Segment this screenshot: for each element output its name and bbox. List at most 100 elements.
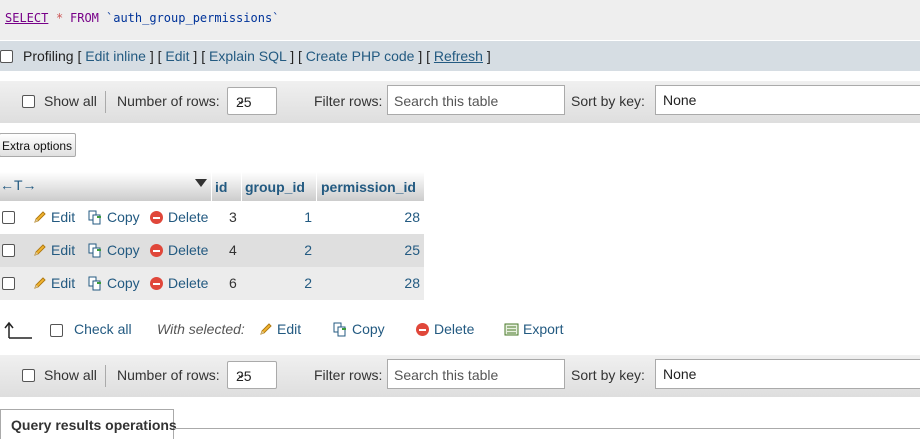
create-php-code-link[interactable]: Create PHP code bbox=[306, 48, 415, 64]
delete-label: Delete bbox=[168, 275, 209, 291]
extra-options-label: Extra options bbox=[2, 139, 73, 153]
pencil-icon bbox=[260, 323, 272, 335]
sql-query-bar: SELECT * FROM `auth_group_permissions` bbox=[0, 0, 920, 40]
chevron-down-icon: ⌄ bbox=[236, 93, 247, 107]
show-all-label[interactable]: Show all bbox=[44, 93, 97, 109]
row-checkbox[interactable] bbox=[2, 277, 15, 290]
edit-link[interactable]: Edit bbox=[165, 48, 189, 64]
top-navigation-bar: Show all Number of rows: 25 ⌄ Filter row… bbox=[0, 81, 920, 123]
row-delete-action[interactable]: Delete bbox=[150, 209, 208, 225]
refresh-link[interactable]: Refresh bbox=[434, 48, 483, 64]
cell-group-id: 1 bbox=[304, 209, 312, 225]
query-results-operations-tab[interactable]: Query results operations bbox=[0, 409, 177, 439]
row-delete-action[interactable]: Delete bbox=[150, 275, 208, 291]
cell-group-id: 2 bbox=[304, 275, 312, 291]
arrow-up-left-icon bbox=[4, 321, 32, 339]
sql-keyword-select[interactable]: SELECT bbox=[5, 11, 48, 25]
filter-rows-label: Filter rows: bbox=[314, 367, 383, 383]
bulk-edit-label: Edit bbox=[277, 321, 302, 337]
pencil-icon bbox=[34, 277, 46, 289]
pencil-icon bbox=[34, 211, 46, 223]
bulk-edit-button[interactable]: Edit bbox=[259, 321, 301, 337]
delete-icon bbox=[150, 244, 163, 257]
bottom-navigation-bar: Show all Number of rows: 25 ⌄ Filter row… bbox=[0, 355, 920, 397]
sort-triangle-icon[interactable] bbox=[195, 179, 207, 187]
search-input[interactable] bbox=[392, 361, 566, 389]
column-header-group-id[interactable]: group_id bbox=[245, 179, 305, 195]
show-all-checkbox[interactable] bbox=[22, 369, 35, 382]
bulk-export-label: Export bbox=[523, 321, 564, 337]
extra-options-button[interactable]: Extra options bbox=[0, 133, 76, 157]
number-of-rows-select[interactable]: 25 ⌄ bbox=[227, 361, 277, 389]
row-edit-action[interactable]: Edit bbox=[33, 242, 75, 258]
column-arrows-icon[interactable]: ←T→ bbox=[0, 177, 37, 193]
row-copy-action[interactable]: Copy bbox=[88, 275, 140, 291]
edit-label: Edit bbox=[51, 209, 76, 225]
bulk-delete-label: Delete bbox=[434, 321, 475, 337]
delete-icon bbox=[150, 211, 163, 224]
cell-id: 3 bbox=[229, 209, 237, 225]
row-checkbox[interactable] bbox=[2, 211, 15, 224]
divider bbox=[316, 172, 317, 201]
table-row: Edit Copy Delete 4 2 25 bbox=[0, 234, 424, 267]
profiling-checkbox[interactable] bbox=[0, 50, 13, 63]
column-header-permission-id[interactable]: permission_id bbox=[321, 179, 416, 195]
column-header-id[interactable]: id bbox=[215, 179, 227, 195]
sort-by-key-select[interactable]: None bbox=[655, 359, 920, 389]
pencil-icon bbox=[34, 244, 46, 256]
search-input[interactable] bbox=[392, 87, 566, 115]
copy-label: Copy bbox=[107, 209, 140, 225]
row-delete-action[interactable]: Delete bbox=[150, 242, 208, 258]
table-row: Edit Copy Delete 3 1 28 bbox=[0, 201, 424, 234]
filter-rows-label: Filter rows: bbox=[314, 93, 383, 109]
sql-star: * bbox=[56, 11, 64, 25]
sort-by-key-value: None bbox=[663, 92, 697, 108]
cell-group-id: 2 bbox=[304, 242, 312, 258]
profiling-bar: Profiling [ Edit inline ] [ Edit ] [ Exp… bbox=[0, 41, 920, 71]
copy-icon bbox=[88, 210, 101, 225]
check-all-label[interactable]: Check all bbox=[74, 321, 132, 337]
number-of-rows-label: Number of rows: bbox=[117, 93, 220, 109]
sort-by-key-select[interactable]: None bbox=[655, 85, 920, 115]
query-results-operations-label: Query results operations bbox=[11, 417, 177, 433]
cell-permission-id: 25 bbox=[404, 242, 420, 258]
profiling-label: Profiling bbox=[23, 48, 74, 64]
delete-icon bbox=[150, 277, 163, 290]
explain-sql-link[interactable]: Explain SQL bbox=[209, 48, 286, 64]
copy-label: Copy bbox=[107, 275, 140, 291]
sort-by-key-label: Sort by key: bbox=[571, 93, 645, 109]
row-checkbox[interactable] bbox=[2, 244, 15, 257]
sql-table-name: `auth_group_permissions` bbox=[106, 11, 280, 25]
divider bbox=[105, 91, 106, 113]
check-all-checkbox[interactable] bbox=[50, 324, 63, 337]
delete-icon bbox=[416, 323, 429, 336]
bulk-export-button[interactable]: Export bbox=[504, 321, 563, 337]
filter-rows-search[interactable] bbox=[387, 85, 566, 115]
profiling-links: Profiling [ Edit inline ] [ Edit ] [ Exp… bbox=[23, 48, 491, 64]
copy-icon bbox=[88, 276, 101, 291]
show-all-checkbox[interactable] bbox=[22, 95, 35, 108]
copy-icon bbox=[88, 243, 101, 258]
cell-id: 6 bbox=[229, 275, 237, 291]
delete-label: Delete bbox=[168, 242, 209, 258]
bulk-actions-bar: Check all With selected: Edit Copy Delet… bbox=[0, 316, 920, 346]
bulk-copy-button[interactable]: Copy bbox=[333, 321, 385, 337]
filter-rows-search[interactable] bbox=[387, 359, 566, 389]
edit-label: Edit bbox=[51, 275, 76, 291]
row-edit-action[interactable]: Edit bbox=[33, 209, 75, 225]
chevron-down-icon: ⌄ bbox=[236, 367, 247, 381]
bulk-copy-label: Copy bbox=[352, 321, 385, 337]
show-all-label[interactable]: Show all bbox=[44, 367, 97, 383]
sql-keyword-from: FROM bbox=[70, 11, 99, 25]
number-of-rows-select[interactable]: 25 ⌄ bbox=[227, 87, 277, 115]
delete-label: Delete bbox=[168, 209, 209, 225]
row-edit-action[interactable]: Edit bbox=[33, 275, 75, 291]
number-of-rows-label: Number of rows: bbox=[117, 367, 220, 383]
edit-label: Edit bbox=[51, 242, 76, 258]
bulk-delete-button[interactable]: Delete bbox=[416, 321, 474, 337]
row-copy-action[interactable]: Copy bbox=[88, 209, 140, 225]
edit-inline-link[interactable]: Edit inline bbox=[85, 48, 146, 64]
divider bbox=[105, 365, 106, 387]
cell-id: 4 bbox=[229, 242, 237, 258]
row-copy-action[interactable]: Copy bbox=[88, 242, 140, 258]
